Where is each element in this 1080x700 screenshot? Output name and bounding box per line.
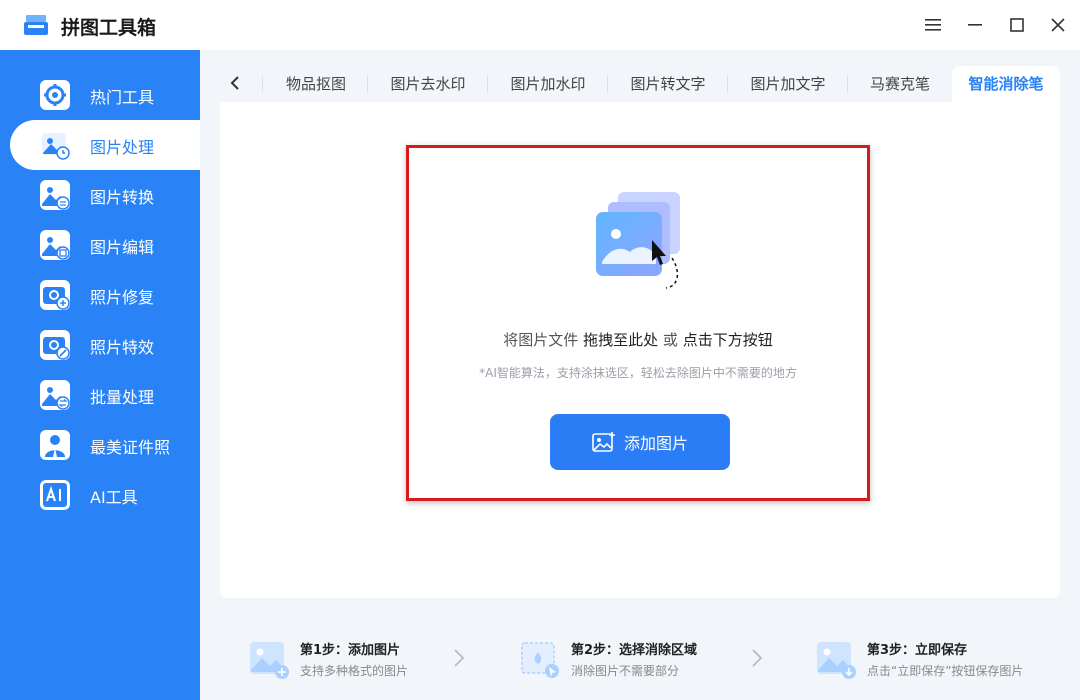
sidebar-item-label: 批量处理	[90, 388, 155, 407]
tab-divider	[727, 76, 728, 92]
step-title: 第2步：选择消除区域	[571, 643, 698, 658]
sidebar-item-label: 图片编辑	[90, 238, 155, 257]
step-title: 第3步：立即保存	[867, 643, 968, 658]
image-swap-icon	[40, 180, 70, 210]
image-clock-icon	[42, 133, 70, 160]
sidebar-item-id-photo[interactable]: 最美证件照	[10, 420, 200, 470]
add-image-label: 添加图片	[623, 434, 688, 453]
sidebar-item-label: 最美证件照	[90, 438, 171, 457]
tab-divider	[262, 76, 263, 92]
id-photo-icon	[40, 430, 70, 460]
step-desc: 消除图片不需要部分	[571, 664, 680, 678]
tab-divider	[367, 76, 368, 92]
drop-text-or: 或	[662, 331, 678, 349]
drop-hint: *AI智能算法，支持涂抹选区，轻松去除图片中不需要的地方	[479, 366, 797, 380]
tab-object-cutout[interactable]: 物品抠图	[270, 66, 362, 102]
sidebar-item-label: 热门工具	[90, 88, 155, 107]
drop-text-drag: 拖拽至此处	[583, 331, 659, 349]
sidebar-item-image-convert[interactable]: 图片转换	[10, 170, 200, 220]
maximize-button[interactable]	[1005, 13, 1029, 37]
select-area-step-icon	[521, 642, 559, 678]
close-button[interactable]	[1046, 13, 1070, 37]
drop-text-click: 点击下方按钮	[682, 331, 773, 349]
wrench-gear-icon	[40, 80, 70, 110]
ai-icon	[40, 480, 70, 510]
chevron-left-icon	[230, 76, 239, 90]
app-logo-icon	[24, 15, 48, 35]
app-title: 拼图工具箱	[61, 17, 157, 39]
add-image-button[interactable]: 添加图片	[550, 414, 730, 470]
title-bar: 拼图工具箱	[0, 0, 1080, 50]
step-title: 第1步：添加图片	[300, 643, 401, 658]
sidebar-item-label: 照片修复	[90, 288, 155, 307]
minimize-button[interactable]	[963, 13, 987, 37]
tab-add-text[interactable]: 图片加文字	[736, 66, 840, 102]
camera-wand-icon	[40, 330, 70, 360]
drop-instruction: 将图片文件 拖拽至此处 或 点击下方按钮	[406, 329, 870, 350]
hamburger-icon	[925, 19, 941, 31]
minimize-icon	[968, 24, 982, 26]
sidebar-item-photo-repair[interactable]: 照片修复	[10, 270, 200, 320]
add-image-icon	[592, 432, 615, 452]
sidebar-item-label: 图片处理	[90, 138, 155, 157]
menu-button[interactable]	[921, 13, 945, 37]
step-desc: 点击“立即保存”按钮保存图片	[867, 664, 1024, 678]
close-icon	[1051, 18, 1065, 32]
sidebar-item-photo-effects[interactable]: 照片特效	[10, 320, 200, 370]
image-add-step-icon	[250, 642, 289, 679]
image-upload-illustration-icon	[596, 192, 680, 289]
tab-add-watermark[interactable]: 图片加水印	[496, 66, 600, 102]
chevron-right-icon	[454, 649, 465, 667]
tab-image-to-text[interactable]: 图片转文字	[616, 66, 720, 102]
tab-divider	[847, 76, 848, 92]
step-desc: 支持多种格式的图片	[300, 664, 409, 678]
sidebar-item-label: AI工具	[90, 488, 138, 507]
sidebar-item-label: 照片特效	[90, 338, 155, 357]
tab-smart-eraser[interactable]: 智能消除笔	[952, 66, 1060, 102]
maximize-icon	[1010, 18, 1024, 32]
sidebar-item-label: 图片转换	[90, 188, 155, 207]
tab-mosaic-pen[interactable]: 马赛克笔	[856, 66, 944, 102]
sidebar-item-hot-tools[interactable]: 热门工具	[10, 70, 200, 120]
tab-remove-watermark[interactable]: 图片去水印	[376, 66, 480, 102]
drop-text-prefix: 将图片文件	[503, 331, 579, 349]
sidebar-item-image-edit[interactable]: 图片编辑	[10, 220, 200, 270]
sidebar-item-batch-processing[interactable]: 批量处理	[10, 370, 200, 420]
camera-plus-icon	[40, 280, 70, 310]
steps-bar	[200, 618, 1080, 700]
sidebar-item-ai-tools[interactable]: AI工具	[10, 470, 200, 520]
tab-scroll-left-button[interactable]	[222, 70, 248, 96]
chevron-right-icon	[752, 649, 763, 667]
image-batch-icon	[40, 380, 70, 410]
tab-divider	[607, 76, 608, 92]
sidebar-item-image-processing[interactable]: 图片处理	[10, 120, 200, 170]
image-edit-icon	[40, 230, 70, 260]
tab-divider	[487, 76, 488, 92]
save-step-icon	[817, 642, 856, 679]
